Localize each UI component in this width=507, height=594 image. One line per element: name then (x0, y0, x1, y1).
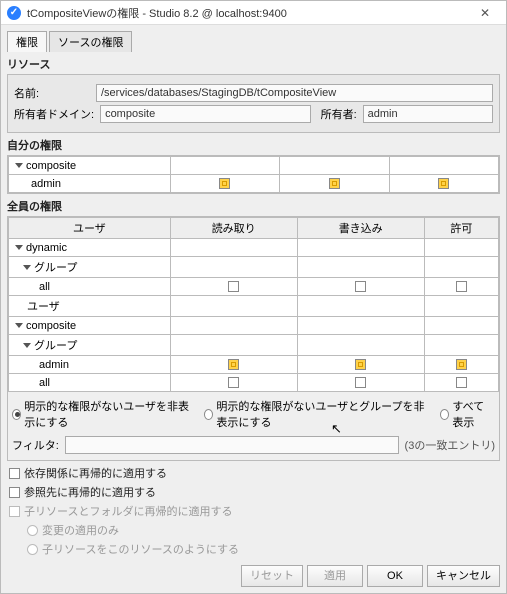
chevron-down-icon[interactable] (23, 343, 31, 348)
all-perm-table-wrap: ユーザ 読み取り 書き込み 許可 dynamicグループallユーザcompos… (7, 216, 500, 461)
tabs: 権限 ソースの権限 (7, 31, 500, 52)
chevron-down-icon[interactable] (15, 163, 23, 168)
self-perm-table-wrap: composite admin (7, 155, 500, 194)
ok-button[interactable]: OK (367, 565, 423, 587)
radio-hide-users[interactable]: 明示的な権限がないユーザを非表示にする (12, 398, 192, 430)
col-grant[interactable]: 許可 (424, 218, 498, 239)
table-row[interactable]: admin (9, 356, 499, 374)
col-write[interactable]: 書き込み (297, 218, 424, 239)
perm-checkbox[interactable] (456, 359, 467, 370)
opt-apply-changes-only: 変更の適用のみ (27, 522, 498, 538)
perm-checkbox[interactable] (355, 281, 366, 292)
app-icon: ✓ (7, 6, 21, 20)
opt-recursive-children: 子リソースとフォルダに再帰的に適用する (9, 503, 498, 519)
filter-count: (3の一致エントリ) (405, 437, 495, 453)
perm-checkbox[interactable] (456, 377, 467, 388)
opt-recursive-refs[interactable]: 参照先に再帰的に適用する (9, 484, 498, 500)
radio-icon (440, 409, 449, 420)
col-read[interactable]: 読み取り (170, 218, 297, 239)
table-row[interactable]: グループ (9, 257, 499, 278)
dialog-buttons: リセット 適用 OK キャンセル (7, 565, 500, 587)
table-row[interactable]: admin (9, 175, 499, 193)
close-icon[interactable]: ✕ (470, 6, 500, 20)
owner-domain-field: composite (100, 105, 311, 123)
self-perm-table: composite admin (8, 156, 499, 193)
table-row[interactable]: composite (9, 317, 499, 335)
tab-source-permissions[interactable]: ソースの権限 (49, 31, 132, 52)
radio-hide-users-groups[interactable]: 明示的な権限がないユーザとグループを非表示にする (204, 398, 428, 430)
radio-show-all[interactable]: すべて表示 (440, 398, 495, 430)
perm-cell (438, 178, 449, 189)
apply-button[interactable]: 適用 (307, 565, 363, 587)
chevron-down-icon[interactable] (15, 323, 23, 328)
filter-input[interactable] (65, 436, 399, 454)
perm-checkbox[interactable] (228, 359, 239, 370)
all-perm-table: ユーザ 読み取り 書き込み 許可 dynamicグループallユーザcompos… (8, 217, 499, 392)
visibility-radios: 明示的な権限がないユーザを非表示にする 明示的な権限がないユーザとグループを非表… (12, 398, 495, 430)
chevron-down-icon[interactable] (15, 245, 23, 250)
table-row[interactable]: グループ (9, 335, 499, 356)
owner-field: admin (363, 105, 493, 123)
owner-label: 所有者: (317, 106, 357, 122)
chevron-down-icon[interactable] (23, 265, 31, 270)
table-row[interactable]: all (9, 278, 499, 296)
owner-domain-label: 所有者ドメイン: (14, 106, 94, 122)
window-title: tCompositeViewの権限 - Studio 8.2 @ localho… (27, 5, 287, 21)
reset-button[interactable]: リセット (241, 565, 303, 587)
filter-label: フィルタ: (12, 437, 59, 453)
opt-recursive-deps[interactable]: 依存関係に再帰的に適用する (9, 465, 498, 481)
section-resource: リソース (7, 56, 500, 72)
col-user[interactable]: ユーザ (9, 218, 171, 239)
table-row[interactable]: ユーザ (9, 296, 499, 317)
radio-icon (12, 409, 21, 420)
perm-checkbox[interactable] (355, 377, 366, 388)
name-label: 名前: (14, 85, 90, 101)
table-row[interactable]: all (9, 374, 499, 392)
radio-icon (204, 409, 213, 420)
table-row[interactable]: dynamic (9, 239, 499, 257)
resource-fieldset: 名前: /services/databases/StagingDB/tCompo… (7, 74, 500, 133)
table-row[interactable]: composite (9, 157, 499, 175)
opt-make-children-like-this: 子リソースをこのリソースのようにする (27, 541, 498, 557)
section-self-perm: 自分の権限 (7, 137, 500, 153)
perm-checkbox[interactable] (355, 359, 366, 370)
perm-cell (329, 178, 340, 189)
perm-checkbox[interactable] (228, 281, 239, 292)
tab-permissions[interactable]: 権限 (7, 31, 47, 52)
perm-cell (219, 178, 230, 189)
name-field: /services/databases/StagingDB/tComposite… (96, 84, 493, 102)
perm-checkbox[interactable] (456, 281, 467, 292)
section-all-perm: 全員の権限 (7, 198, 500, 214)
perm-checkbox[interactable] (228, 377, 239, 388)
cancel-button[interactable]: キャンセル (427, 565, 500, 587)
apply-options: 依存関係に再帰的に適用する 参照先に再帰的に適用する 子リソースとフォルダに再帰… (9, 465, 498, 557)
titlebar: ✓ tCompositeViewの権限 - Studio 8.2 @ local… (1, 1, 506, 25)
